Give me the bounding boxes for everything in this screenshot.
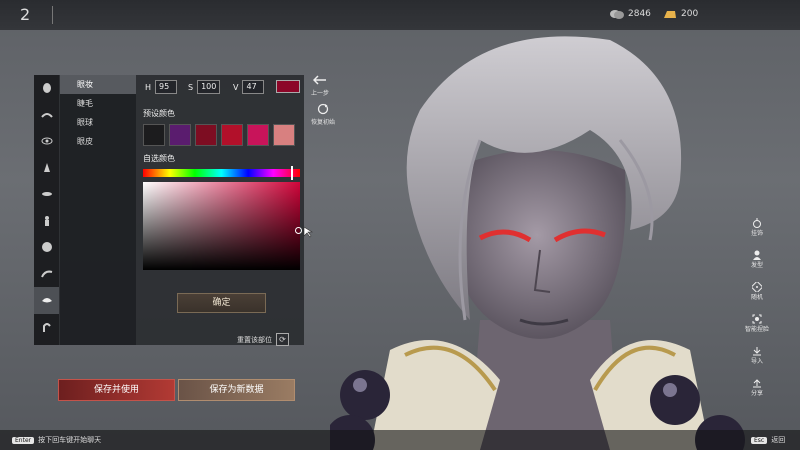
esc-key[interactable]: Esc	[751, 437, 768, 444]
share-label: 分享	[750, 390, 763, 397]
divider	[52, 6, 53, 24]
subtab-list: 眼妆 睫毛 眼球 眼皮	[60, 75, 136, 345]
preset-swatch[interactable]	[143, 124, 165, 146]
subtab-eye-makeup[interactable]: 眼妆	[60, 75, 136, 94]
cursor-icon	[303, 226, 313, 238]
currency-gold-value: 200	[681, 9, 699, 19]
accessory-label: 挂饰	[750, 230, 763, 237]
coin-icon	[610, 10, 624, 19]
smart-face-button[interactable]: 智能捏脸	[740, 314, 774, 338]
preset-colors-label: 预设颜色	[143, 109, 175, 118]
undo-button[interactable]: 上一步	[311, 74, 329, 97]
dice-icon	[752, 282, 762, 292]
preset-swatch[interactable]	[247, 124, 269, 146]
save-and-use-button[interactable]: 保存并使用	[58, 379, 175, 401]
eye-makeup-icon[interactable]	[34, 287, 59, 314]
value-label: V	[233, 82, 239, 92]
subtab-eyelid[interactable]: 眼皮	[60, 132, 136, 151]
bottom-bar	[0, 430, 800, 450]
right-menu: 挂饰 发型 随机 智能捏脸 导入 分享	[740, 218, 774, 410]
currency-gold: 200	[663, 9, 698, 19]
color-picker-cursor[interactable]	[295, 227, 302, 234]
reset-icon[interactable]: ⟳	[276, 333, 289, 346]
preset-swatch[interactable]	[195, 124, 217, 146]
hue-label: H	[145, 82, 152, 92]
restore-label: 恢复初始	[311, 119, 336, 126]
hue-slider[interactable]	[143, 169, 300, 177]
scan-face-icon	[752, 314, 762, 324]
share-button[interactable]: 分享	[740, 378, 774, 402]
face-shape-icon[interactable]	[34, 75, 59, 102]
brow-icon[interactable]	[34, 102, 59, 129]
preset-swatches	[143, 124, 295, 146]
accessory-icon	[753, 218, 761, 228]
mouth-icon[interactable]	[34, 181, 59, 208]
preset-swatch[interactable]	[273, 124, 295, 146]
chat-hint-text: 按下回车键开始聊天	[38, 436, 102, 444]
body-icon[interactable]	[34, 208, 59, 235]
eye-icon[interactable]	[34, 128, 59, 155]
category-column	[34, 75, 59, 345]
nose-icon[interactable]	[34, 155, 59, 182]
chat-hint: Enter 按下回车键开始聊天	[12, 435, 101, 445]
hairstyle-label: 发型	[750, 262, 763, 269]
enter-key[interactable]: Enter	[12, 437, 35, 444]
reset-part-label: 重置该部位	[237, 335, 272, 344]
ear-icon[interactable]	[34, 314, 59, 341]
subtab-eyelash[interactable]: 睫毛	[60, 94, 136, 113]
subtab-eyeball[interactable]: 眼球	[60, 113, 136, 132]
saturation-input[interactable]: 100	[197, 80, 221, 94]
undo-label: 上一步	[311, 90, 330, 97]
hue-slider-handle[interactable]	[291, 166, 293, 180]
accessory-button[interactable]: 挂饰	[740, 218, 774, 242]
character-preview[interactable]	[330, 20, 750, 450]
saturation-label: S	[188, 82, 194, 92]
currency-silver: 2846	[610, 9, 651, 19]
hue-field: H 95	[145, 80, 178, 94]
current-color-swatch	[276, 80, 300, 93]
preset-swatch[interactable]	[169, 124, 191, 146]
custom-color-label: 自选颜色	[143, 154, 175, 163]
save-as-new-button[interactable]: 保存为新数据	[178, 379, 295, 401]
upload-icon	[753, 379, 761, 388]
color-picker-area[interactable]	[143, 182, 300, 270]
value-input[interactable]: 47	[242, 80, 265, 94]
confirm-button[interactable]: 确定	[177, 293, 266, 313]
hairstyle-icon	[753, 250, 761, 260]
import-button[interactable]: 导入	[740, 346, 774, 370]
preset-swatch[interactable]	[221, 124, 243, 146]
head-icon[interactable]	[34, 234, 59, 261]
restore-icon	[317, 103, 329, 115]
import-label: 导入	[750, 358, 763, 365]
hue-input[interactable]: 95	[155, 80, 178, 94]
currency-silver-value: 2846	[628, 9, 651, 19]
back-hint[interactable]: Esc 返回	[751, 435, 785, 445]
eyebrow-icon[interactable]	[34, 261, 59, 288]
value-field: V 47	[233, 80, 265, 94]
gold-bar-icon	[664, 11, 676, 18]
smart-face-label: 智能捏脸	[744, 326, 769, 333]
back-hint-text: 返回	[771, 436, 786, 444]
random-button[interactable]: 随机	[740, 282, 774, 306]
restore-button[interactable]: 恢复初始	[311, 103, 335, 126]
random-label: 随机	[750, 294, 763, 301]
saturation-field: S 100	[188, 80, 221, 94]
slot-number: 2	[20, 5, 31, 24]
reset-part[interactable]: 重置该部位 ⟳	[237, 333, 289, 346]
undo-icon	[312, 75, 326, 85]
download-icon	[753, 347, 761, 356]
hairstyle-button[interactable]: 发型	[740, 250, 774, 274]
